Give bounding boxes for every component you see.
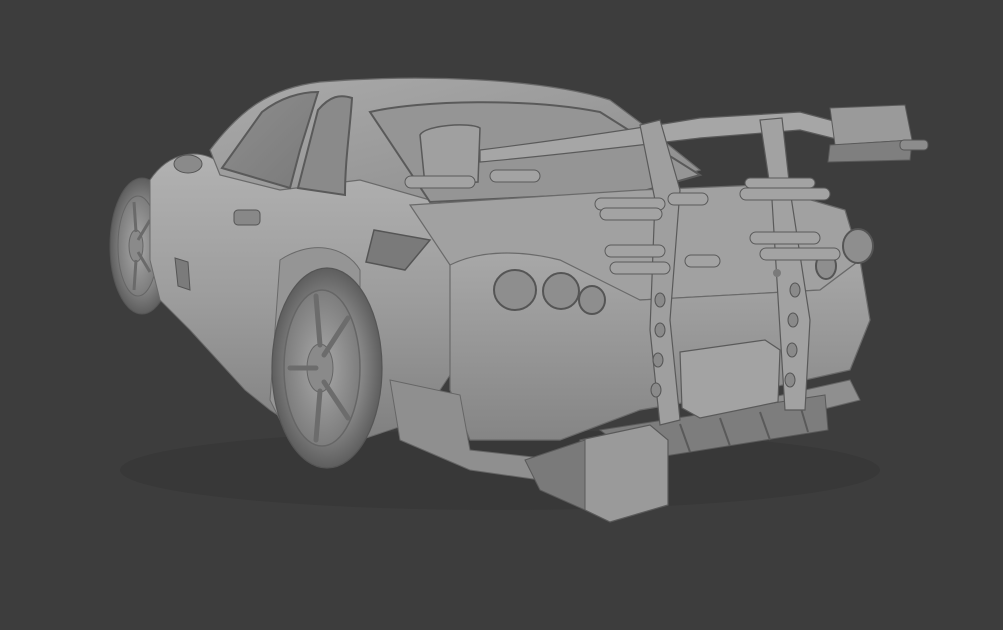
trunk-emblem	[773, 269, 781, 277]
side-mirror	[173, 154, 203, 174]
car-model-render[interactable]	[0, 0, 1003, 630]
3d-viewport[interactable]	[0, 0, 1003, 630]
near-rear-wheel[interactable]	[271, 267, 383, 469]
door-handle	[233, 209, 261, 226]
tow-box	[579, 424, 669, 523]
